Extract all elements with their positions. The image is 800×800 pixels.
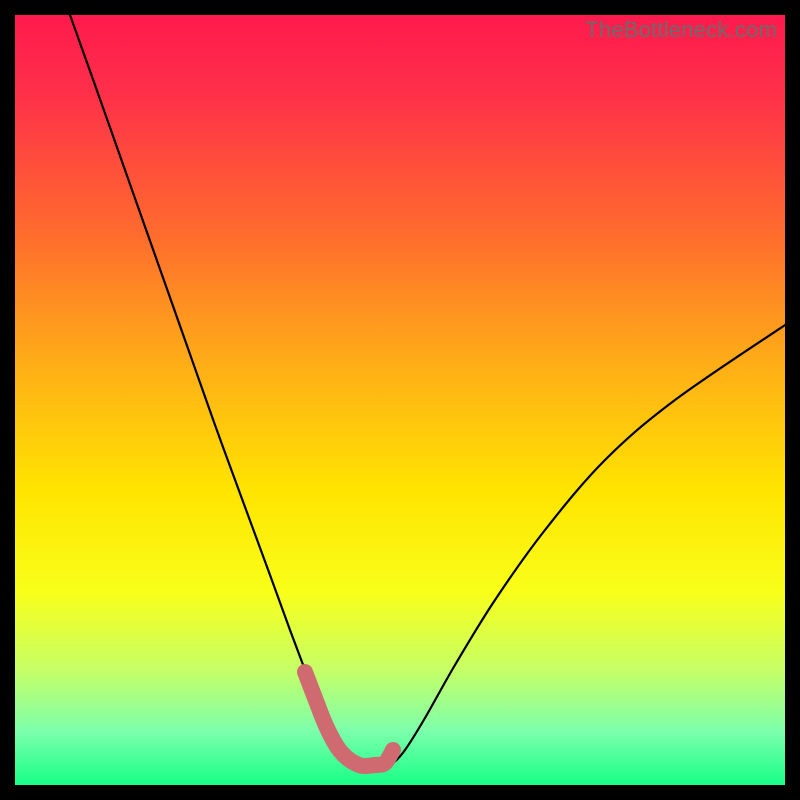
chart-plot <box>15 15 785 785</box>
chart-frame: TheBottleneck.com <box>15 15 785 785</box>
watermark-text: TheBottleneck.com <box>585 17 777 43</box>
bottleneck-curve <box>70 15 785 766</box>
highlight-segment <box>305 672 393 766</box>
